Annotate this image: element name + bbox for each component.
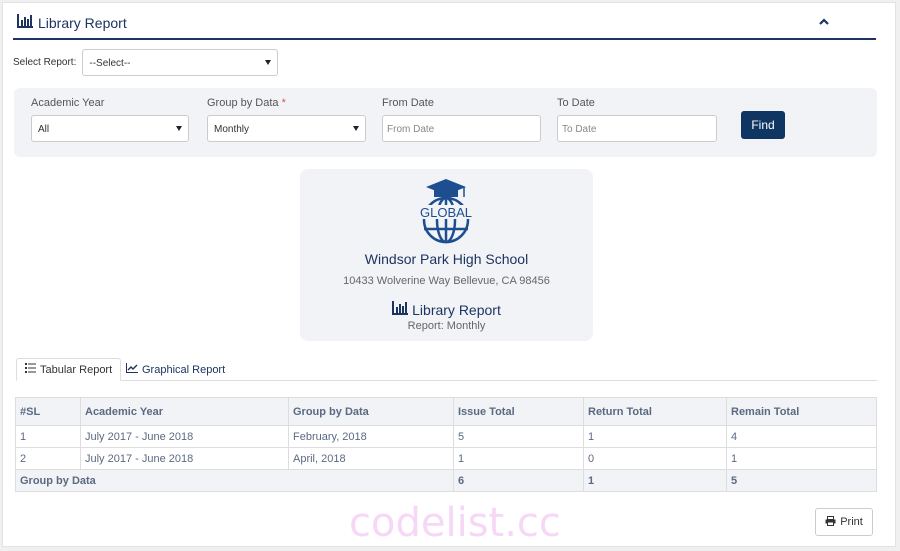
- academic-year-select[interactable]: All: [31, 115, 189, 142]
- select-report-dropdown[interactable]: --Select--: [82, 49, 279, 76]
- tab-tabular-label: Tabular Report: [40, 363, 113, 376]
- cell-group-by: February, 2018: [288, 425, 454, 448]
- card-report-title-text: Library Report: [412, 301, 501, 318]
- select-report-label: Select Report:: [13, 57, 77, 68]
- line-chart-icon: [126, 363, 138, 376]
- cell-return-total: 0: [583, 447, 727, 470]
- cell-sl: 2: [15, 447, 81, 470]
- print-label: Print: [840, 516, 863, 528]
- table-total-row: Group by Data 6 1 5: [15, 469, 877, 492]
- cell-return-total: 1: [583, 425, 727, 448]
- card-report-subtitle: Report: Monthly: [407, 320, 486, 332]
- from-date-group: From Date From Date: [382, 97, 541, 142]
- select-report-value: --Select--: [89, 58, 131, 69]
- group-by-value: Monthly: [214, 124, 250, 135]
- print-button[interactable]: Print: [815, 508, 873, 536]
- tab-graphical-label: Graphical Report: [142, 363, 226, 376]
- group-by-label-text: Group by Data: [207, 97, 279, 109]
- tab-graphical-report[interactable]: Graphical Report: [118, 358, 233, 381]
- table-row: 1 July 2017 - June 2018 February, 2018 5…: [15, 425, 877, 448]
- card-report-title: Library Report: [300, 301, 593, 318]
- col-group-by: Group by Data: [288, 397, 454, 426]
- total-remain: 5: [726, 469, 877, 492]
- cell-remain-total: 4: [726, 425, 877, 448]
- list-icon: [25, 363, 36, 376]
- col-remain-total: Remain Total: [726, 397, 877, 426]
- chevron-up-icon[interactable]: [816, 14, 832, 30]
- caret-down-icon: [176, 126, 182, 131]
- report-table: #SL Academic Year Group by Data Issue To…: [15, 397, 877, 492]
- required-mark: *: [281, 97, 286, 109]
- total-label: Group by Data: [15, 469, 454, 492]
- col-issue-total: Issue Total: [453, 397, 584, 426]
- to-date-label: To Date: [557, 97, 595, 109]
- table-header-row: #SL Academic Year Group by Data Issue To…: [15, 397, 877, 426]
- watermark: codelist.cc: [349, 500, 561, 546]
- from-date-label: From Date: [382, 97, 434, 109]
- report-header: Library Report: [13, 8, 876, 40]
- academic-year-label: Academic Year: [31, 97, 105, 109]
- col-sl: #SL: [15, 397, 81, 426]
- group-by-select[interactable]: Monthly: [207, 115, 366, 142]
- academic-year-value: All: [38, 124, 50, 135]
- caret-down-icon: [353, 126, 359, 131]
- logo-text: GLOBAL: [420, 205, 472, 220]
- report-tabs: Tabular Report Graphical Report: [16, 358, 877, 381]
- cell-issue-total: 5: [453, 425, 584, 448]
- total-return: 1: [583, 469, 727, 492]
- cell-academic-year: July 2017 - June 2018: [80, 425, 289, 448]
- total-issue: 6: [453, 469, 584, 492]
- col-return-total: Return Total: [583, 397, 727, 426]
- header-title: Library Report: [17, 14, 127, 31]
- bar-chart-icon: [392, 301, 409, 318]
- bar-chart-icon: [17, 14, 33, 31]
- school-address: 10433 Wolverine Way Bellevue, CA 98456: [343, 275, 550, 287]
- group-by-label: Group by Data *: [207, 97, 366, 109]
- group-by-group: Group by Data * Monthly: [207, 97, 366, 142]
- find-button[interactable]: Find: [741, 111, 785, 139]
- from-date-input[interactable]: From Date: [382, 115, 541, 142]
- to-date-input[interactable]: To Date: [557, 115, 717, 142]
- cell-sl: 1: [15, 425, 81, 448]
- caret-down-icon: [265, 60, 272, 65]
- school-logo: GLOBAL: [416, 177, 476, 250]
- printer-icon: [825, 515, 836, 529]
- header-title-text: Library Report: [38, 14, 127, 31]
- col-academic-year: Academic Year: [80, 397, 289, 426]
- cell-academic-year: July 2017 - June 2018: [80, 447, 289, 470]
- table-row: 2 July 2017 - June 2018 April, 2018 1 0 …: [15, 447, 877, 470]
- school-name: Windsor Park High School: [364, 251, 529, 267]
- cell-remain-total: 1: [726, 447, 877, 470]
- school-card: GLOBAL Windsor Park High School 10433 Wo…: [300, 169, 593, 341]
- tab-tabular-report[interactable]: Tabular Report: [16, 358, 122, 381]
- cell-group-by: April, 2018: [288, 447, 454, 470]
- cell-issue-total: 1: [453, 447, 584, 470]
- select-report-row: Select Report: --Select--: [13, 49, 279, 76]
- to-date-group: To Date To Date: [557, 97, 717, 142]
- academic-year-group: Academic Year All: [31, 97, 189, 142]
- filter-panel: Academic Year All Group by Data * Monthl…: [14, 88, 877, 157]
